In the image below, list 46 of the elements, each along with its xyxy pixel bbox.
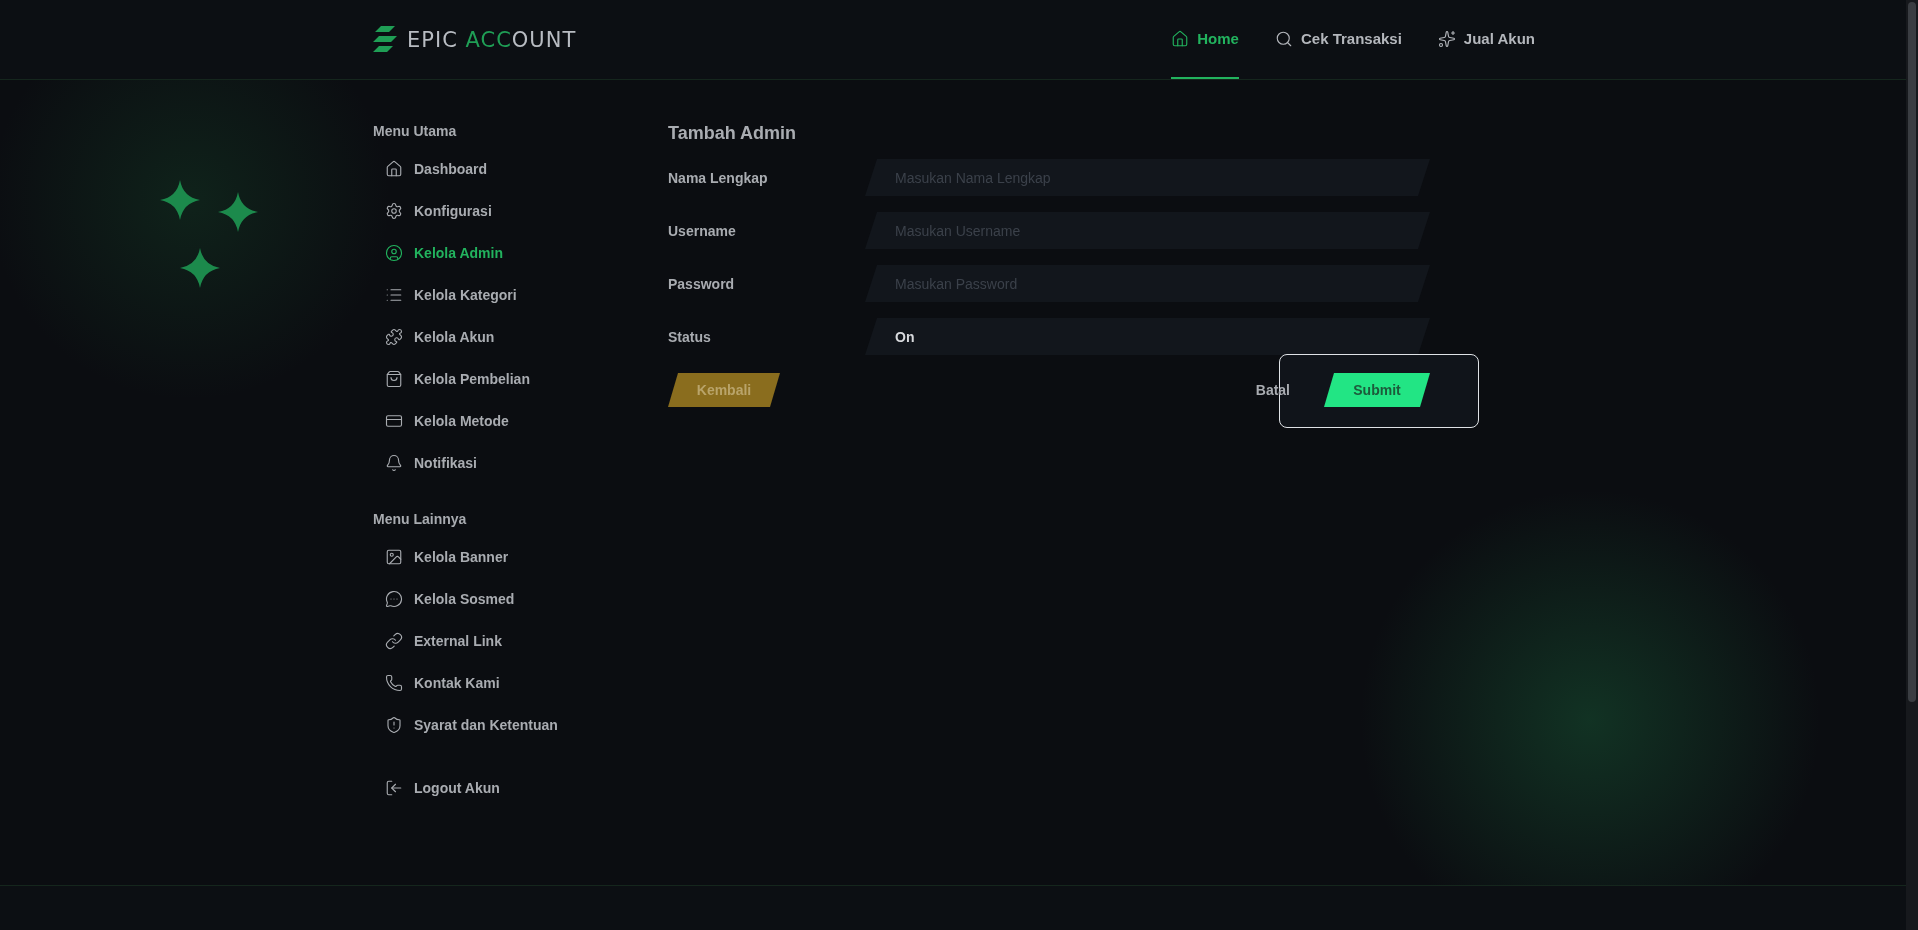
form-title: Tambah Admin: [668, 123, 797, 144]
sidebar-item[interactable]: Notifikasi: [373, 442, 477, 484]
sidebar-item[interactable]: Kelola Sosmed: [373, 578, 515, 620]
list-icon: [385, 286, 403, 304]
nav-link[interactable]: Cek Transaksi: [1274, 0, 1402, 79]
image-icon: [385, 548, 403, 566]
logout-icon: [385, 779, 403, 797]
sidebar-item[interactable]: Kelola Kategori: [373, 274, 517, 316]
settings-icon: [385, 202, 403, 220]
sidebar-item[interactable]: Dashboard: [373, 148, 488, 190]
field-label: Username: [668, 222, 737, 239]
logo-text[interactable]: EPIC ACCOUNT: [407, 27, 577, 52]
puzzle-icon: [385, 328, 403, 346]
user-icon: [385, 244, 403, 262]
sidebar-item[interactable]: Kontak Kami: [373, 662, 500, 704]
submit-button[interactable]: Submit: [1324, 373, 1430, 407]
sidebar-item[interactable]: Kelola Akun: [373, 316, 495, 358]
field-label: Status: [668, 328, 712, 345]
sidebar-item[interactable]: Syarat dan Ketentuan: [373, 704, 558, 746]
bag-icon: [385, 370, 403, 388]
sidebar-item[interactable]: Kelola Banner: [373, 536, 509, 578]
field-label: Password: [668, 275, 736, 292]
logo-icon: [373, 25, 399, 54]
phone-icon: [385, 674, 403, 692]
chat-icon: [385, 590, 403, 608]
nav-link[interactable]: Home: [1171, 0, 1239, 79]
bell-icon: [385, 454, 403, 472]
logout-link[interactable]: Logout Akun: [373, 767, 500, 809]
scrollbar[interactable]: [1906, 0, 1918, 930]
nav-link[interactable]: Jual Akun: [1437, 0, 1535, 79]
link-icon: [385, 632, 403, 650]
sidebar-item[interactable]: Kelola Metode: [373, 400, 509, 442]
search-icon: [1274, 29, 1293, 48]
sidebar-item[interactable]: External Link: [373, 620, 502, 662]
sparkles-icon: [1437, 29, 1456, 48]
sidebar-item[interactable]: Kelola Admin: [373, 232, 503, 274]
card-icon: [385, 412, 403, 430]
home-icon: [385, 160, 403, 178]
sidebar-item[interactable]: Konfigurasi: [373, 190, 492, 232]
field-label: Nama Lengkap: [668, 169, 769, 186]
sidebar-item[interactable]: Kelola Pembelian: [373, 358, 530, 400]
shield-icon: [385, 716, 403, 734]
home-icon: [1171, 29, 1190, 48]
menu-section-title: Menu Utama: [373, 123, 458, 139]
menu-section-title: Menu Lainnya: [373, 511, 468, 527]
status-field[interactable]: On: [865, 318, 1430, 355]
